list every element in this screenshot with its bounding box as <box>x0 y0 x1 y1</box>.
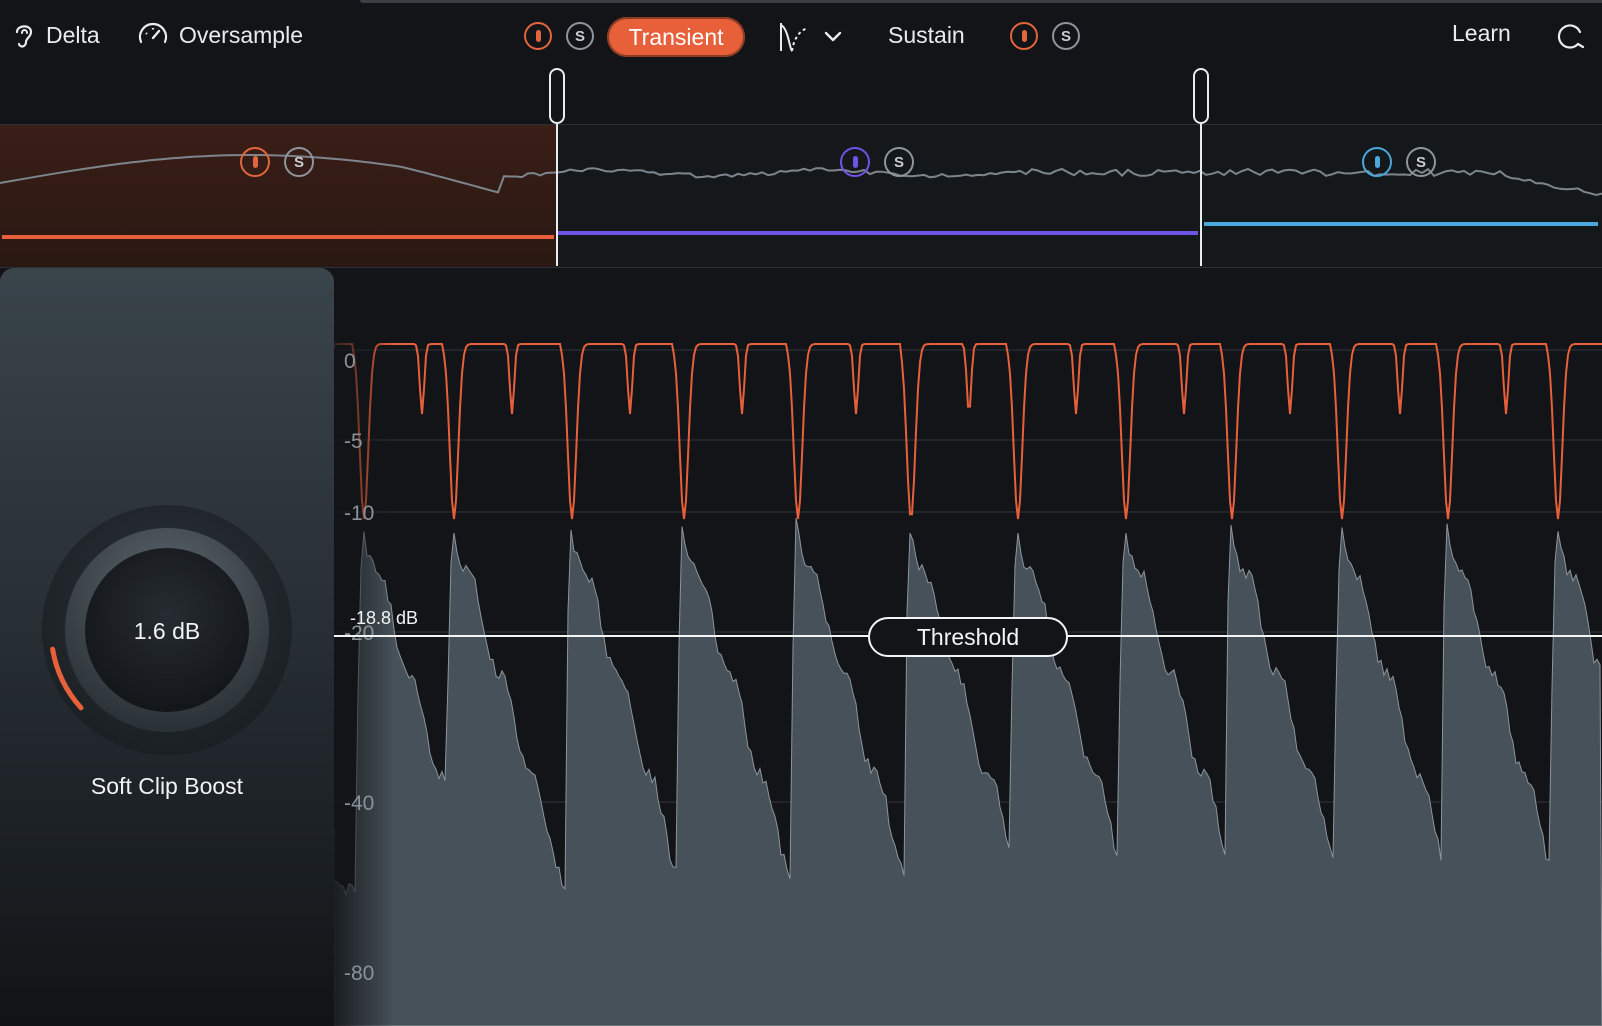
curve-selector[interactable] <box>778 20 842 54</box>
transient-mute-button[interactable] <box>524 22 552 50</box>
sustain-mute-button[interactable] <box>1010 22 1038 50</box>
db-label-minus80: -80 <box>344 962 374 986</box>
soft-clip-label: Soft Clip Boost <box>0 773 334 800</box>
curve-icon <box>778 20 810 54</box>
gain-reduction-curve <box>334 344 1602 519</box>
oversample-label: Oversample <box>179 22 303 49</box>
band-1-controls: S <box>240 147 314 177</box>
transient-solo-button[interactable]: S <box>566 22 594 50</box>
crossover-line-2 <box>1200 124 1202 266</box>
delta-label: Delta <box>46 22 100 49</box>
crossover-line-1 <box>556 124 558 266</box>
soft-clip-value: 1.6 dB <box>0 618 334 645</box>
ear-icon <box>12 20 36 50</box>
sustain-button[interactable]: Sustain <box>888 22 965 49</box>
sustain-solo-button[interactable]: S <box>1052 22 1080 50</box>
band-1-solo-button[interactable]: S <box>284 147 314 177</box>
transient-button[interactable]: Transient <box>607 17 745 57</box>
threshold-value: -18.8 dB <box>350 608 418 629</box>
crossover-handle-1[interactable] <box>549 68 565 124</box>
band-2-controls: S <box>840 147 914 177</box>
learn-button[interactable]: Learn <box>1452 20 1511 47</box>
threshold-handle[interactable]: Threshold <box>868 617 1068 657</box>
band-2-mute-button[interactable] <box>840 147 870 177</box>
input-waveform <box>334 518 1602 1026</box>
db-label-minus10: -10 <box>344 502 374 526</box>
band-3-mute-button[interactable] <box>1362 147 1392 177</box>
band-2-solo-button[interactable]: S <box>884 147 914 177</box>
transient-mute-solo: S <box>524 22 594 50</box>
delta-button[interactable]: Delta <box>12 20 100 50</box>
top-edge-accent <box>360 0 1602 3</box>
crossover-handle-2[interactable] <box>1193 68 1209 124</box>
sustain-label: Sustain <box>888 22 965 49</box>
db-label-minus40: -40 <box>344 792 374 816</box>
oversample-button[interactable]: Oversample <box>137 20 303 50</box>
top-toolbar: Delta Oversample S Transient Sustain S L… <box>0 0 1602 76</box>
sustain-mute-solo: S <box>1010 22 1080 50</box>
chevron-down-icon <box>824 31 842 43</box>
db-label-minus5: -5 <box>344 430 363 454</box>
band-overview: S S S <box>0 124 1602 268</box>
band-3-controls: S <box>1362 147 1436 177</box>
db-label-0: 0 <box>344 350 356 374</box>
band-3-solo-button[interactable]: S <box>1406 147 1436 177</box>
speedometer-icon <box>137 20 169 50</box>
learn-label: Learn <box>1452 20 1511 47</box>
band-1-mute-button[interactable] <box>240 147 270 177</box>
reset-icon[interactable] <box>1554 20 1586 52</box>
